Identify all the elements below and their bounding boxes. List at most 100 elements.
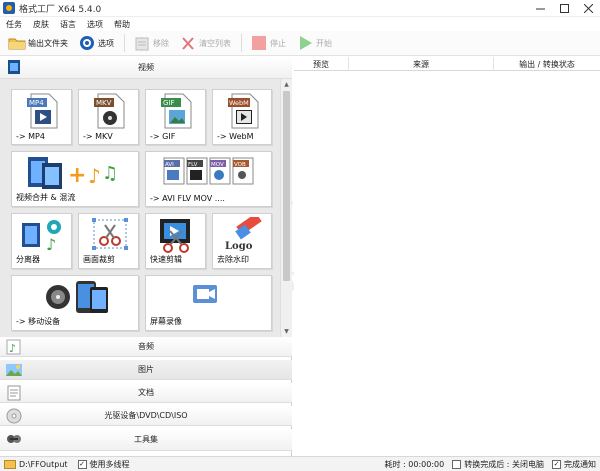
menu-language[interactable]: 语言 [60, 19, 76, 30]
tile-mkv[interactable]: MKV -> MKV [78, 89, 139, 145]
column-preview[interactable]: 预览 [294, 57, 349, 71]
svg-text:MP4: MP4 [29, 99, 44, 107]
notify-checkbox[interactable]: ✓ 完成通知 [552, 459, 596, 470]
tile-crop[interactable]: 画面裁剪 [78, 213, 139, 269]
document-icon [6, 385, 22, 401]
svg-text:WebM: WebM [229, 99, 249, 107]
webm-file-icon: WebM [227, 93, 261, 132]
video-tools-grid: MP4 -> MP4 MKV -> MKV GIF -> GIF WebM ->… [0, 79, 280, 337]
tile-mobile-device[interactable]: -> 移动设备 [11, 275, 139, 331]
toolbar: 输出文件夹 选项 移除 清空列表 停止 开始 [0, 31, 600, 56]
folder-icon [8, 35, 26, 51]
tile-screen-recorder-label: 屏幕录像 [150, 317, 182, 326]
tile-crop-label: 画面裁剪 [83, 255, 115, 264]
svg-text:MOV: MOV [211, 162, 224, 168]
elapsed-time: 耗时 : 00:00:00 [385, 459, 445, 470]
tile-remove-logo-label: 去除水印 [217, 255, 249, 264]
checkbox-checked-icon: ✓ [552, 459, 561, 469]
tile-mp4-label: -> MP4 [16, 132, 45, 141]
output-folder-button[interactable]: 输出文件夹 [8, 33, 68, 53]
tile-mp4[interactable]: MP4 -> MP4 [11, 89, 72, 145]
output-folder-label: 输出文件夹 [28, 38, 68, 48]
quick-cut-icon [156, 217, 196, 256]
tile-merge[interactable]: + ♪ ♫ 视频合并 & 混流 [11, 151, 139, 207]
menu-help[interactable]: 帮助 [114, 19, 130, 30]
after-convert-checkbox[interactable]: 转换完成后 : 关闭电脑 [452, 459, 544, 470]
category-document[interactable]: 文档 [0, 383, 292, 403]
stop-label: 停止 [270, 38, 286, 48]
gif-file-icon: GIF [160, 93, 194, 132]
tile-webm[interactable]: WebM -> WebM [212, 89, 272, 145]
tools-scrollbar[interactable]: ▲ ▼ [280, 79, 292, 337]
scroll-down-icon[interactable]: ▼ [281, 326, 292, 337]
tile-splitter[interactable]: ♪ 分离器 [11, 213, 72, 269]
mobile-device-icon [44, 279, 110, 318]
tile-mkv-label: -> MKV [83, 132, 113, 141]
tile-quick-cut[interactable]: 快速剪辑 [145, 213, 206, 269]
maximize-button[interactable] [552, 0, 576, 17]
options-button[interactable]: 选项 [78, 33, 114, 53]
svg-text:♪: ♪ [88, 164, 101, 188]
svg-text:FLV: FLV [188, 162, 198, 168]
category-rom-device-label: 光驱设备\DVD\CD\ISO [104, 411, 188, 420]
svg-text:MKV: MKV [96, 99, 112, 107]
tile-merge-label: 视频合并 & 混流 [16, 193, 76, 202]
category-image-label: 图片 [138, 365, 154, 374]
multithread-checkbox[interactable]: ✓ 使用多线程 [77, 459, 130, 470]
stop-icon [250, 35, 268, 51]
category-audio[interactable]: ♪ 音频 [0, 337, 292, 357]
column-output-status[interactable]: 输出 / 转换状态 [494, 57, 600, 71]
tile-screen-recorder[interactable]: 屏幕录像 [145, 275, 272, 331]
category-image[interactable]: 图片 [0, 360, 292, 380]
minimize-icon [535, 8, 545, 9]
menu-tasks[interactable]: 任务 [6, 19, 22, 30]
tile-remove-logo[interactable]: Logo 去除水印 [212, 213, 272, 269]
svg-text:VOB: VOB [234, 162, 246, 168]
notify-label: 完成通知 [564, 459, 596, 469]
after-convert-label: 转换完成后 : 关闭电脑 [464, 459, 544, 469]
minimize-button[interactable] [528, 0, 552, 17]
window-title: 格式工厂 X64 5.4.0 [19, 4, 102, 15]
scroll-up-icon[interactable]: ▲ [281, 79, 292, 90]
scroll-thumb[interactable] [283, 91, 290, 281]
checkbox-checked-icon: ✓ [77, 459, 87, 469]
elapsed-time-text: 耗时 : 00:00:00 [384, 459, 445, 469]
column-source[interactable]: 来源 [349, 57, 494, 71]
film-icon [6, 59, 22, 75]
options-disc-icon [78, 35, 96, 51]
multi-format-icons: AVI FLV MOV VOB [162, 156, 262, 191]
clear-list-label: 清空列表 [199, 38, 231, 48]
remove-button[interactable]: 移除 [133, 33, 169, 53]
status-bar: D:\FFOutput ✓ 使用多线程 耗时 : 00:00:00 转换完成后 … [0, 456, 600, 471]
category-toolbox-label: 工具集 [134, 435, 158, 444]
output-path-text: D:\FFOutput [19, 459, 68, 469]
multithread-label: 使用多线程 [89, 459, 130, 469]
checkbox-unchecked-icon [452, 459, 462, 469]
category-video-label: 视频 [138, 63, 154, 72]
tile-multi-format-label: -> AVI FLV MOV .... [150, 194, 225, 203]
menu-skin[interactable]: 皮肤 [33, 19, 49, 30]
play-icon [296, 35, 314, 51]
menu-options[interactable]: 选项 [87, 19, 103, 30]
merge-icon: + ♪ ♫ [26, 155, 126, 194]
category-document-label: 文档 [138, 388, 154, 397]
category-video[interactable]: 视频 [0, 57, 292, 79]
tile-mobile-device-label: -> 移动设备 [16, 317, 61, 326]
clear-list-button[interactable]: 清空列表 [179, 33, 231, 53]
svg-text:♫: ♫ [102, 163, 118, 184]
start-button[interactable]: 开始 [296, 33, 332, 53]
stop-button[interactable]: 停止 [250, 33, 286, 53]
tile-gif[interactable]: GIF -> GIF [145, 89, 206, 145]
category-audio-label: 音频 [138, 342, 154, 351]
music-note-icon: ♪ [6, 339, 22, 355]
options-label: 选项 [98, 38, 114, 48]
category-toolbox[interactable]: 工具集 [0, 429, 292, 451]
output-folder-small-icon [4, 459, 16, 469]
output-path[interactable]: D:\FFOutput [4, 459, 68, 469]
function-panel: 视频 MP4 -> MP4 MKV -> MKV GIF -> GIF WebM [0, 57, 292, 456]
close-button[interactable] [576, 0, 600, 17]
start-label: 开始 [316, 38, 332, 48]
category-rom-device[interactable]: 光驱设备\DVD\CD\ISO [0, 406, 292, 426]
tile-multi-format[interactable]: AVI FLV MOV VOB -> AVI FLV MOV .... [145, 151, 272, 207]
clear-list-icon [179, 35, 197, 51]
